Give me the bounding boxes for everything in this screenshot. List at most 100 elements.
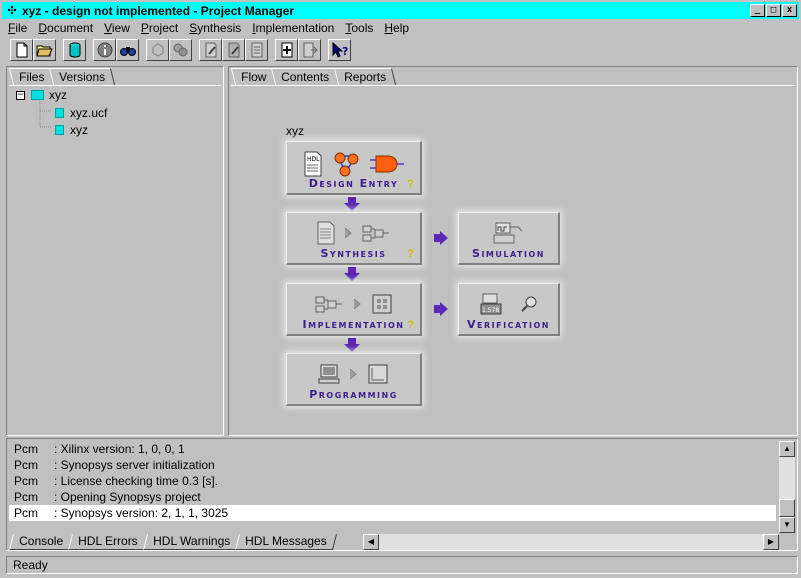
flow-area: xyz HDL Design Entry ? Synthesis ? Simul… [231, 85, 795, 433]
menu-help[interactable]: Help [378, 21, 414, 35]
programming-label: Programming [309, 388, 398, 401]
tree-root-label: xyz [49, 88, 67, 102]
console-panel: Pcm: Xilinx version: 1, 0, 0, 1 Pcm: Syn… [6, 438, 798, 551]
tab-reports[interactable]: Reports [334, 68, 397, 85]
tab-contents[interactable]: Contents [271, 68, 340, 85]
context-help-button[interactable]: ? [328, 39, 351, 61]
design-entry-step[interactable]: HDL Design Entry ? [286, 141, 422, 195]
toolbar: ? [10, 38, 351, 62]
implementation-help-icon[interactable]: ? [407, 319, 414, 331]
scroll-right-icon[interactable]: ▶ [763, 534, 779, 550]
components-button[interactable] [169, 39, 192, 61]
hdl-document-icon: HDL [304, 151, 321, 177]
report-button[interactable] [245, 39, 268, 61]
schematic-gate-icon [369, 155, 404, 173]
implementation-label: Implementation [302, 318, 405, 331]
database-button[interactable] [63, 39, 86, 61]
menu-document[interactable]: Document [32, 21, 98, 35]
minimize-button[interactable]: _ [750, 4, 765, 17]
remove-document-icon [303, 42, 318, 58]
waveform-icon [493, 222, 522, 244]
project-icon [31, 90, 44, 100]
console-line[interactable]: Pcm: Xilinx version: 1, 0, 0, 1 [9, 441, 776, 457]
tree-item-label: xyz.ucf [70, 106, 108, 120]
menu-file[interactable]: File [2, 21, 32, 35]
menu-synthesis[interactable]: Synthesis [183, 21, 246, 35]
edit-document-icon [205, 42, 216, 58]
tree-item-xyz[interactable]: xyz [55, 122, 88, 138]
file-tree: − xyz xyz.ucf xyz [9, 85, 221, 433]
component-button[interactable] [146, 39, 169, 61]
console-output[interactable]: Pcm: Xilinx version: 1, 0, 0, 1 Pcm: Syn… [9, 441, 776, 531]
svg-text:HDL: HDL [307, 156, 320, 163]
window-title: xyz - design not implemented - Project M… [22, 3, 295, 18]
netlist-icon [315, 296, 342, 313]
menu-bar: File Document View Project Synthesis Imp… [2, 19, 414, 37]
flow-arrow-down-icon [344, 197, 360, 211]
small-arrow-icon [349, 368, 357, 380]
console-line-selected[interactable]: Pcm: Synopsys version: 2, 1, 1, 3025 [9, 505, 776, 521]
report-icon [251, 42, 262, 58]
edit-constraints-button[interactable] [222, 39, 245, 61]
maximize-button[interactable]: □ [766, 4, 781, 17]
menu-project[interactable]: Project [135, 21, 183, 35]
verification-step[interactable]: 1.578 Verification [458, 283, 560, 336]
tab-hdl-errors[interactable]: HDL Errors [68, 534, 148, 550]
flow-arrow-down-icon [344, 338, 360, 352]
flow-arrow-right-icon [434, 302, 448, 316]
menu-implementation[interactable]: Implementation [246, 21, 339, 35]
simulation-step[interactable]: Simulation [458, 212, 560, 265]
tab-versions[interactable]: Versions [49, 68, 116, 85]
remove-document-button[interactable] [298, 39, 321, 61]
close-button[interactable]: x [782, 4, 797, 17]
tab-hdl-messages[interactable]: HDL Messages [234, 534, 337, 550]
flow-project-name: xyz [286, 124, 304, 138]
synthesis-label: Synthesis [320, 247, 387, 260]
programming-step[interactable]: Programming [286, 353, 422, 406]
console-line[interactable]: Pcm: Opening Synopsys project [9, 489, 776, 505]
app-icon[interactable]: ✣ [5, 4, 19, 18]
tab-console[interactable]: Console [9, 534, 74, 550]
edit-document-button[interactable] [199, 39, 222, 61]
title-bar[interactable]: ✣ xyz - design not implemented - Project… [2, 2, 799, 19]
svg-text:?: ? [342, 45, 348, 58]
console-vertical-scrollbar[interactable]: ▲ ▼ [779, 441, 795, 533]
tree-lines [39, 101, 52, 128]
design-entry-help-icon[interactable]: ? [407, 178, 414, 190]
synthesis-step[interactable]: Synthesis ? [286, 212, 422, 265]
console-line[interactable]: Pcm: License checking time 0.3 [s]. [9, 473, 776, 489]
scroll-thumb[interactable] [779, 499, 795, 517]
info-button[interactable] [93, 39, 116, 61]
tree-item-ucf[interactable]: xyz.ucf [55, 105, 107, 121]
flow-panel: Flow Contents Reports xyz HDL Design Ent… [228, 66, 798, 436]
console-line[interactable]: Pcm: Synopsys server initialization [9, 457, 776, 473]
scroll-left-icon[interactable]: ◀ [363, 534, 379, 550]
add-document-icon [281, 42, 292, 58]
menu-tools[interactable]: Tools [339, 21, 378, 35]
component-icon [152, 43, 163, 57]
add-document-button[interactable] [275, 39, 298, 61]
edit-constraints-icon [228, 42, 239, 58]
tab-flow[interactable]: Flow [230, 68, 277, 85]
find-button[interactable] [116, 39, 139, 61]
tree-item-label: xyz [70, 123, 88, 137]
console-horizontal-scrollbar[interactable]: ◀ ▶ [363, 534, 779, 550]
tab-files[interactable]: Files [8, 68, 55, 85]
chip-icon [372, 294, 391, 314]
context-help-icon: ? [332, 42, 348, 58]
status-bar: Ready [6, 556, 798, 574]
tab-hdl-warnings[interactable]: HDL Warnings [142, 534, 240, 550]
new-document-button[interactable] [10, 39, 33, 61]
collapse-toggle-icon[interactable]: − [16, 90, 25, 100]
device-chip-icon [368, 364, 387, 384]
scroll-down-icon[interactable]: ▼ [779, 517, 795, 533]
synthesis-help-icon[interactable]: ? [407, 248, 414, 260]
svg-text:1.578: 1.578 [482, 307, 499, 314]
open-folder-button[interactable] [33, 39, 56, 61]
new-document-icon [16, 42, 27, 58]
state-diagram-icon [334, 152, 358, 177]
open-folder-icon [36, 45, 53, 57]
scroll-up-icon[interactable]: ▲ [779, 441, 795, 457]
menu-view[interactable]: View [98, 21, 135, 35]
implementation-step[interactable]: Implementation ? [286, 283, 422, 336]
